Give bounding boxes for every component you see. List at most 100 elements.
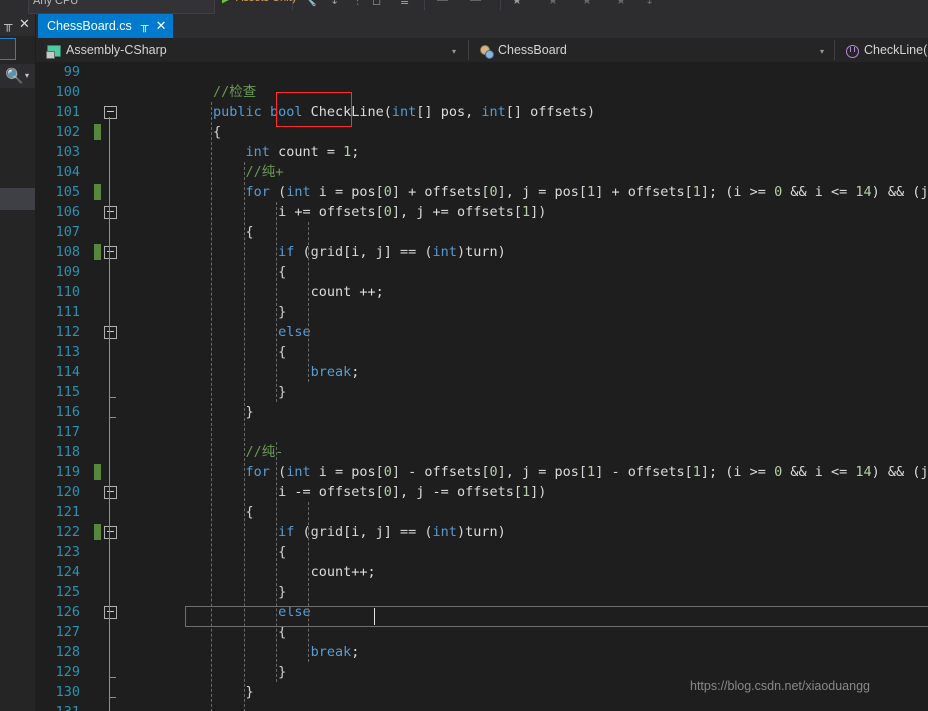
navbar-member-label: CheckLine(int <box>864 43 928 57</box>
tab-pin-icon[interactable]: ╥ <box>141 20 149 32</box>
step-icon[interactable]: ↧ <box>330 0 339 7</box>
code-line[interactable]: 109 { <box>36 262 928 282</box>
fold-toggle-icon[interactable] <box>104 486 117 499</box>
watermark-url: https://blog.csdn.net/xiaoduangg <box>690 679 870 693</box>
code-line[interactable]: 102 { <box>36 122 928 142</box>
indent-guide <box>276 202 278 402</box>
line-number: 116 <box>55 404 80 420</box>
code-line[interactable]: 128 break; <box>36 642 928 662</box>
method-icon <box>844 43 859 58</box>
line-number: 101 <box>55 104 80 120</box>
navbar-member-dropdown[interactable]: CheckLine(int <box>838 38 928 62</box>
code-line[interactable]: 105 for (int i = pos[0] + offsets[0], j =… <box>36 182 928 202</box>
chevron-down-icon[interactable]: ▾ <box>25 71 29 80</box>
left-panel-selected-row[interactable] <box>0 188 36 210</box>
line-number: 128 <box>55 644 80 660</box>
code-line[interactable]: 112 else <box>36 322 928 342</box>
navbar-separator <box>468 40 469 60</box>
pin-icon[interactable]: ╥ <box>4 17 13 31</box>
navbar-project-dropdown[interactable]: Assembly-CSharp <box>40 38 167 62</box>
code-line[interactable]: 121 { <box>36 502 928 522</box>
bookmark-clear-icon[interactable]: ★ <box>616 0 626 7</box>
left-panel-input[interactable] <box>0 38 16 60</box>
code-line[interactable]: 114 break; <box>36 362 928 382</box>
code-text: //纯+ <box>245 164 284 180</box>
code-text: //检查 <box>213 84 257 100</box>
code-text: int count = 1; <box>245 144 360 160</box>
code-line[interactable]: 110 count ++; <box>36 282 928 302</box>
code-line[interactable]: 117 <box>36 422 928 442</box>
fold-toggle-icon[interactable] <box>104 106 117 119</box>
wrench-icon[interactable]: 🔧 <box>303 0 317 7</box>
run-target-label[interactable]: Assets Unity <box>236 0 297 4</box>
toolbar-overflow-icon[interactable]: ↧ <box>645 0 654 7</box>
close-icon[interactable]: ✕ <box>19 16 30 32</box>
fold-toggle-icon[interactable] <box>104 206 117 219</box>
navbar-class-dropdown[interactable]: ChessBoard <box>472 38 567 62</box>
fold-toggle-icon[interactable] <box>104 326 117 339</box>
settings-dots-icon[interactable]: ⋮ <box>352 0 363 7</box>
code-line[interactable]: 106 i += offsets[0], j += offsets[1]) <box>36 202 928 222</box>
bookmark-next-icon[interactable]: ★ <box>582 0 592 7</box>
dash-icon[interactable]: — <box>470 0 481 6</box>
code-line[interactable]: 122 if (grid[i, j] == (int)turn) <box>36 522 928 542</box>
code-text: public bool CheckLine(int[] pos, int[] o… <box>213 104 596 120</box>
code-line[interactable]: 120 i -= offsets[0], j -= offsets[1]) <box>36 482 928 502</box>
code-line[interactable]: 104 //纯+ <box>36 162 928 182</box>
navbar-class-chevron-down-icon[interactable]: ▾ <box>820 47 824 56</box>
bookmark-icon[interactable]: ★ <box>512 0 522 7</box>
code-editor-surface[interactable]: 99 100 //检查 101 public bool CheckLine(int[] … <box>36 62 928 711</box>
code-line[interactable]: 119 for (int i = pos[0] - offsets[0], j =… <box>36 462 928 482</box>
code-line[interactable]: 123 { <box>36 542 928 562</box>
line-number: 109 <box>55 264 80 280</box>
code-line[interactable]: 116} <box>36 402 928 422</box>
code-text: } <box>278 304 287 320</box>
line-number: 105 <box>55 184 80 200</box>
line-number: 112 <box>55 324 80 340</box>
code-line[interactable]: 103 int count = 1; <box>36 142 928 162</box>
code-line[interactable]: 115} <box>36 382 928 402</box>
window-icon[interactable]: ◻ <box>372 0 381 7</box>
minus-icon[interactable]: — <box>437 0 448 6</box>
play-icon[interactable]: ▶ <box>222 0 229 6</box>
line-number: 103 <box>55 144 80 160</box>
code-text: } <box>245 404 254 420</box>
code-line[interactable]: 124 count++; <box>36 562 928 582</box>
tab-close-icon[interactable]: ✕ <box>156 18 167 34</box>
code-line[interactable]: 100 //检查 <box>36 82 928 102</box>
code-line[interactable]: 113 { <box>36 342 928 362</box>
current-line-highlight <box>185 606 928 627</box>
line-number: 104 <box>55 164 80 180</box>
code-line[interactable]: 125} <box>36 582 928 602</box>
search-icon[interactable]: 🔍 <box>5 67 24 85</box>
change-bar <box>94 464 101 480</box>
line-number: 114 <box>55 364 80 380</box>
code-text: for (int i = pos[0] - offsets[0], j = po… <box>245 464 928 480</box>
line-number: 124 <box>55 564 80 580</box>
main-toolbar: Any CPU ▶ Assets Unity 🔧 ↧ ⋮ ◻ ≣ — — ★ ★… <box>0 0 928 14</box>
code-line[interactable]: 101 public bool CheckLine(int[] pos, int[… <box>36 102 928 122</box>
fold-toggle-icon[interactable] <box>104 606 117 619</box>
code-line[interactable]: 107 { <box>36 222 928 242</box>
platform-combobox[interactable]: Any CPU <box>28 0 215 14</box>
fold-toggle-icon[interactable] <box>104 526 117 539</box>
code-text: } <box>278 664 287 680</box>
code-line[interactable]: 108 if (grid[i, j] == (int)turn) <box>36 242 928 262</box>
navbar-project-chevron-down-icon[interactable]: ▾ <box>452 47 456 56</box>
toolbar-separator <box>500 0 501 10</box>
code-text: break; <box>310 364 360 380</box>
code-text: { <box>245 504 254 520</box>
fold-toggle-icon[interactable] <box>104 246 117 259</box>
bookmark-prev-icon[interactable]: ★ <box>548 0 558 7</box>
list-icon[interactable]: ≣ <box>400 0 409 7</box>
tab-chessboard-cs[interactable]: ChessBoard.cs ╥ ✕ <box>38 14 174 38</box>
code-line[interactable]: 99 <box>36 62 928 82</box>
code-line[interactable]: 111} <box>36 302 928 322</box>
line-number: 110 <box>55 284 80 300</box>
code-line[interactable]: 118 //纯- <box>36 442 928 462</box>
code-line[interactable]: 131 <box>36 702 928 711</box>
code-text: { <box>278 264 287 280</box>
line-number: 127 <box>55 624 80 640</box>
code-text: { <box>278 544 287 560</box>
change-bar <box>94 524 101 540</box>
